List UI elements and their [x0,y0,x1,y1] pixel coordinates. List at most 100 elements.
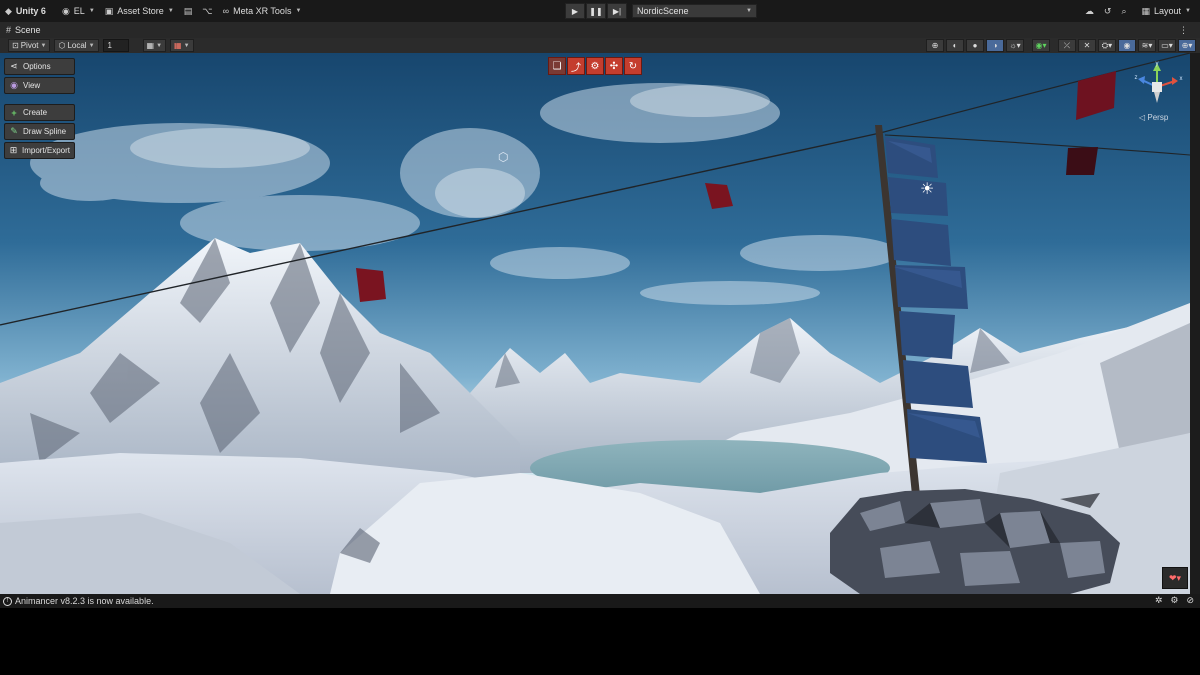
grid-snap-field[interactable]: 1 [102,39,129,52]
import-export-button[interactable]: ⊞ Import/Export [4,142,75,159]
effects-toggle[interactable]: ✕ [1078,39,1096,52]
shaded-button[interactable]: ◑ [986,39,1004,52]
layout-dropdown[interactable]: ▦ Layout ▼ [1137,2,1197,20]
overlay-panel: ⋖ Options ◉ View + Create ✎ Draw Spline … [4,58,75,159]
wireframe-shading-button[interactable]: ⊕ [926,39,944,52]
tab-scene[interactable]: # Scene [0,22,47,38]
asset-store-label: Asset Store [117,6,164,16]
lighting-toggle[interactable]: ☼▾ [1006,39,1024,52]
account-dropdown[interactable]: ◉ EL ▼ [57,2,100,20]
status-bar: ! Animancer v8.2.3 is now available. ✲ ⚙… [0,594,1200,608]
tab-scene-label: Scene [15,25,41,35]
options-button[interactable]: ⋖ Options [4,58,75,75]
scene-select[interactable]: NordicScene ▼ [632,4,757,18]
grid-toggle[interactable]: ▦ ▼ [142,39,167,52]
tool-settings-button[interactable]: ⚙ [586,57,604,75]
pause-button[interactable]: ❚❚ [586,3,606,19]
half-sphere-icon: ◐ [952,41,958,50]
chevron-down-icon: ▼ [88,42,95,49]
projection-label[interactable]: ◁ Persp [1139,113,1168,122]
view-label: View [23,81,41,90]
check-icon[interactable]: ⊘ [1186,595,1194,606]
pencil-icon: ✎ [10,126,18,136]
info-icon: ! [3,596,12,606]
more-options-icon[interactable]: ⋮ [1179,25,1188,36]
tool-settings-icon: ⋖ [10,61,18,71]
axis-z-label: z [1135,75,1138,81]
search-icon[interactable]: ⌕ [1121,6,1126,17]
tool-refresh-button[interactable]: ↻ [624,57,642,75]
step-button[interactable]: ▶| [607,3,627,19]
letterbox [0,608,1200,675]
play-icon: ▶ [571,6,579,16]
chevron-down-icon: ▼ [746,8,752,14]
options-label: Options [23,62,51,71]
version-control-button[interactable]: ⌥ [197,2,217,20]
audio-toggle[interactable]: ⤫ [1058,39,1076,52]
meta-xr-tools-dropdown[interactable]: ∞ Meta XR Tools ▼ [218,2,307,20]
create-button[interactable]: + Create [4,104,75,121]
play-button[interactable]: ▶ [565,3,585,19]
shaded-wireframe-button[interactable]: ◐ [946,39,964,52]
monitor-icon: ▭▾ [1161,41,1173,50]
layout-icon: ▦ [1141,5,1151,16]
scene-select-label: NordicScene [637,6,689,16]
local-icon: ⬡ [58,41,66,50]
gizmos-dropdown[interactable]: ⊕▾ [1178,39,1196,52]
layers-icon: ❏ [552,60,562,72]
globe-gizmo-icon: ⊕▾ [1181,41,1193,50]
draw-mode-dropdown[interactable]: ≋▾ [1138,39,1156,52]
package-icon: ▤ [183,5,193,16]
light-icon[interactable]: ☀ [920,179,934,199]
asset-store-dropdown[interactable]: ▣ Asset Store ▼ [100,2,179,20]
cube-icon[interactable]: ⬡ [498,150,512,164]
snap-icon: ▦ [174,41,182,50]
chevron-down-icon: ▼ [156,42,163,49]
chevron-down-icon: ▼ [1185,8,1191,14]
scene-render [0,53,1190,594]
visibility-toggle[interactable]: ◉ [1118,39,1136,52]
cloud-icon[interactable]: ☁ [1085,6,1094,17]
scene-viewport[interactable]: ⬡ ☀ ⋖ Options ◉ View + Create ✎ Draw Spl… [0,53,1190,594]
camera-icon: ⛭▾ [1101,40,1113,50]
package-button[interactable]: ▤ [179,2,198,20]
2d-toggle[interactable]: ▭▾ [1158,39,1176,52]
snap-toggle[interactable]: ▦ ▼ [170,39,194,52]
green-circle-icon: ◉▾ [1035,41,1047,50]
axis-x-label: x [1180,76,1183,82]
tool-scale-button[interactable]: ✣ [605,57,623,75]
view-button[interactable]: ◉ View [4,77,75,94]
export-icon: ⤴ [571,62,581,74]
sphere-icon: ● [972,41,978,50]
app-name: Unity 6 [15,6,46,16]
account-icon: ◉ [61,5,70,16]
local-dropdown[interactable]: ⬡ Local ▼ [54,39,99,52]
branch-icon: ⌥ [202,5,213,16]
settings-icon[interactable]: ⚙ [1170,595,1178,606]
tool-export-button[interactable]: ⤴ [567,57,585,75]
grid-snap-value: 1 [107,41,112,50]
pivot-icon: ⊡ [12,41,19,50]
gizmos-visibility-toggle[interactable]: ◉▾ [1032,39,1050,52]
create-label: Create [23,108,48,117]
tool-layers-button[interactable]: ❏ [548,57,566,75]
scale-icon: ✣ [609,60,619,72]
grid-icon: ▦ [146,41,155,50]
status-message[interactable]: Animancer v8.2.3 is now available. [15,596,154,606]
pause-icon: ❚❚ [589,6,603,16]
history-icon[interactable]: ↺ [1104,6,1112,17]
overlay-menu-button[interactable]: ❤▾ [1162,567,1188,589]
refresh-icon: ↻ [628,60,638,72]
status-right: ✲ ⚙ ⊘ [1155,595,1194,606]
local-label: Local [67,41,87,50]
pivot-dropdown[interactable]: ⊡ Pivot ▼ [8,39,51,52]
plus-icon: + [11,107,17,118]
camera-settings[interactable]: ⛭▾ [1098,39,1116,52]
draw-spline-button[interactable]: ✎ Draw Spline [4,123,75,140]
eye-icon: ◉ [10,80,18,90]
unity-version-badge[interactable]: ◆ Unity 6 [0,2,51,20]
unlit-button[interactable]: ● [966,39,984,52]
chevron-down-icon: ▼ [40,42,47,49]
scene-toolbar: ⊡ Pivot ▼ ⬡ Local ▼ 1 ▦ ▼ ▦ ▼ ⊕ ◐ ● ◑ ☼▾… [0,38,1200,53]
bug-icon[interactable]: ✲ [1155,595,1163,606]
